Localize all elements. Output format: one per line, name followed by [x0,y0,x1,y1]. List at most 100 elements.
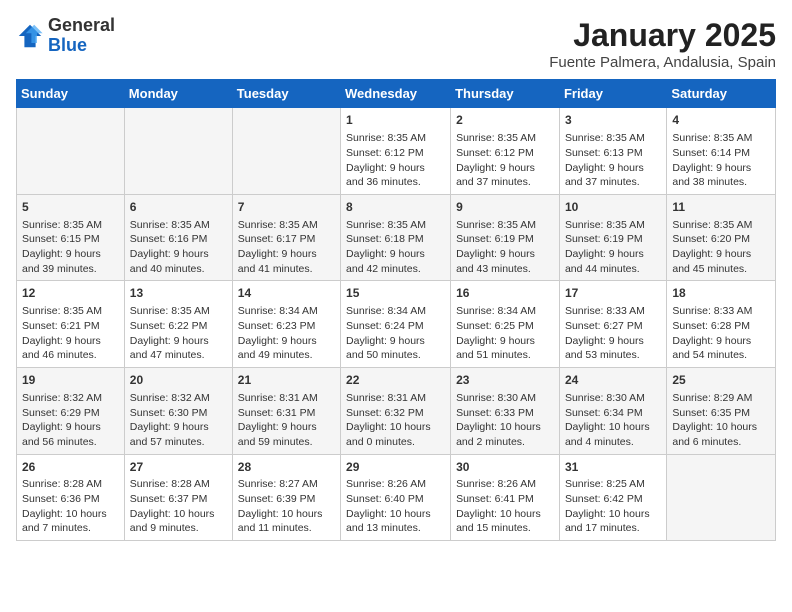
calendar-cell: 8Sunrise: 8:35 AMSunset: 6:18 PMDaylight… [341,194,451,281]
calendar-cell: 12Sunrise: 8:35 AMSunset: 6:21 PMDayligh… [17,281,125,368]
week-row-1: 1 Sunrise: 8:35 AM Sunset: 6:12 PM Daylight… [17,108,776,195]
daylight-text: Daylight: 9 hours and 57 minutes. [130,421,209,448]
sunset-text: Sunset: 6:34 PM [565,407,643,419]
day-number: 25 [672,372,770,389]
day-number: 3 [565,112,661,129]
sunrise-text: Sunrise: 8:35 AM [22,219,102,231]
day-number: 10 [565,199,661,216]
daylight-text: Daylight: 10 hours and 15 minutes. [456,508,541,535]
sunrise-text: Sunrise: 8:35 AM [130,219,210,231]
daylight-text: Daylight: 9 hours and 40 minutes. [130,248,209,275]
daylight-text: Daylight: 10 hours and 6 minutes. [672,421,757,448]
daylight-text: Daylight: 9 hours and 39 minutes. [22,248,101,275]
daylight-text: Daylight: 9 hours and 51 minutes. [456,335,535,362]
sunset-text: Sunset: 6:19 PM [456,233,534,245]
calendar-cell: 22Sunrise: 8:31 AMSunset: 6:32 PMDayligh… [341,368,451,455]
daylight-text: Daylight: 9 hours and 43 minutes. [456,248,535,275]
sunset-text: Sunset: 6:12 PM [456,147,534,159]
header-sunday: Sunday [17,80,125,108]
month-title: January 2025 [549,16,776,54]
daylight-text: Daylight: 9 hours and 47 minutes. [130,335,209,362]
daylight-text: Daylight: 9 hours and 50 minutes. [346,335,425,362]
day-number: 5 [22,199,119,216]
sunset-text: Sunset: 6:40 PM [346,493,424,505]
logo-icon [16,22,44,50]
sunset-text: Sunset: 6:28 PM [672,320,750,332]
day-number: 24 [565,372,661,389]
day-number: 17 [565,285,661,302]
day-number: 30 [456,459,554,476]
calendar-cell: 5 Sunrise: 8:35 AM Sunset: 6:15 PM Daylight… [17,194,125,281]
sunrise-text: Sunrise: 8:34 AM [456,305,536,317]
calendar-cell: 15 Sunrise: 8:34 AM Sunset: 6:24 PM Dayligh… [341,281,451,368]
page-header: General Blue January 2025 Fuente Palmera… [16,16,776,71]
daylight-text: Daylight: 9 hours and 42 minutes. [346,248,425,275]
sunrise-text: Sunrise: 8:34 AM [346,305,426,317]
sunset-text: Sunset: 6:31 PM [238,407,316,419]
calendar-cell: 10Sunrise: 8:35 AMSunset: 6:19 PMDayligh… [559,194,666,281]
sunset-text: Sunset: 6:15 PM [22,233,100,245]
daylight-text: Daylight: 10 hours and 13 minutes. [346,508,431,535]
daylight-text: Daylight: 10 hours and 17 minutes. [565,508,650,535]
sunrise-text: Sunrise: 8:35 AM [456,132,536,144]
sunset-text: Sunset: 6:35 PM [672,407,750,419]
day-number: 15 [346,285,445,302]
sunrise-text: Sunrise: 8:35 AM [346,219,426,231]
weekday-header-row: Sunday Monday Tuesday Wednesday Thursday… [17,80,776,108]
day-number: 29 [346,459,445,476]
sunset-text: Sunset: 6:24 PM [346,320,424,332]
day-number: 20 [130,372,227,389]
header-thursday: Thursday [451,80,560,108]
daylight-text: Daylight: 10 hours and 7 minutes. [22,508,107,535]
daylight-text: Daylight: 10 hours and 0 minutes. [346,421,431,448]
calendar-cell: 29Sunrise: 8:26 AMSunset: 6:40 PMDayligh… [341,454,451,541]
daylight-text: Daylight: 9 hours and 46 minutes. [22,335,101,362]
calendar-cell [124,108,232,195]
week-row-4: 19Sunrise: 8:32 AMSunset: 6:29 PMDayligh… [17,368,776,455]
sunset-text: Sunset: 6:32 PM [346,407,424,419]
week-row-3: 12Sunrise: 8:35 AMSunset: 6:21 PMDayligh… [17,281,776,368]
sunset-text: Sunset: 6:20 PM [672,233,750,245]
sunrise-text: Sunrise: 8:35 AM [456,219,536,231]
day-number: 2 [456,112,554,129]
header-tuesday: Tuesday [232,80,340,108]
sunset-text: Sunset: 6:42 PM [565,493,643,505]
sunrise-text: Sunrise: 8:26 AM [456,478,536,490]
sunrise-text: Sunrise: 8:35 AM [672,132,752,144]
sunrise-text: Sunrise: 8:35 AM [130,305,210,317]
day-number: 16 [456,285,554,302]
day-number: 4 [672,112,770,129]
sunrise-text: Sunrise: 8:30 AM [456,392,536,404]
day-number: 27 [130,459,227,476]
sunrise-text: Sunrise: 8:30 AM [565,392,645,404]
daylight-text: Daylight: 9 hours and 37 minutes. [565,162,644,189]
calendar-table: Sunday Monday Tuesday Wednesday Thursday… [16,79,776,541]
calendar-cell: 7Sunrise: 8:35 AMSunset: 6:17 PMDaylight… [232,194,340,281]
calendar-cell: 20Sunrise: 8:32 AMSunset: 6:30 PMDayligh… [124,368,232,455]
day-number: 21 [238,372,335,389]
sunrise-text: Sunrise: 8:28 AM [22,478,102,490]
day-number: 7 [238,199,335,216]
week-row-2: 5 Sunrise: 8:35 AM Sunset: 6:15 PM Daylight… [17,194,776,281]
sunrise-text: Sunrise: 8:32 AM [22,392,102,404]
daylight-text: Daylight: 9 hours and 56 minutes. [22,421,101,448]
sunset-text: Sunset: 6:17 PM [238,233,316,245]
sunrise-text: Sunrise: 8:35 AM [346,132,426,144]
calendar-cell: 30 Sunrise: 8:26 AM Sunset: 6:41 PM Dayligh… [451,454,560,541]
calendar-cell: 16Sunrise: 8:34 AMSunset: 6:25 PMDayligh… [451,281,560,368]
day-number: 1 [346,112,445,129]
calendar-cell: 2Sunrise: 8:35 AMSunset: 6:12 PMDaylight… [451,108,560,195]
day-number: 8 [346,199,445,216]
sunset-text: Sunset: 6:41 PM [456,493,534,505]
sunrise-text: Sunrise: 8:31 AM [238,392,318,404]
daylight-text: Daylight: 9 hours and 59 minutes. [238,421,317,448]
calendar-cell: 3Sunrise: 8:35 AMSunset: 6:13 PMDaylight… [559,108,666,195]
header-wednesday: Wednesday [341,80,451,108]
sunset-text: Sunset: 6:14 PM [672,147,750,159]
sunset-text: Sunset: 6:19 PM [565,233,643,245]
sunrise-text: Sunrise: 8:29 AM [672,392,752,404]
calendar-cell: 26Sunrise: 8:28 AMSunset: 6:36 PMDayligh… [17,454,125,541]
sunset-text: Sunset: 6:22 PM [130,320,208,332]
calendar-cell: 9Sunrise: 8:35 AMSunset: 6:19 PMDaylight… [451,194,560,281]
calendar-cell [667,454,776,541]
